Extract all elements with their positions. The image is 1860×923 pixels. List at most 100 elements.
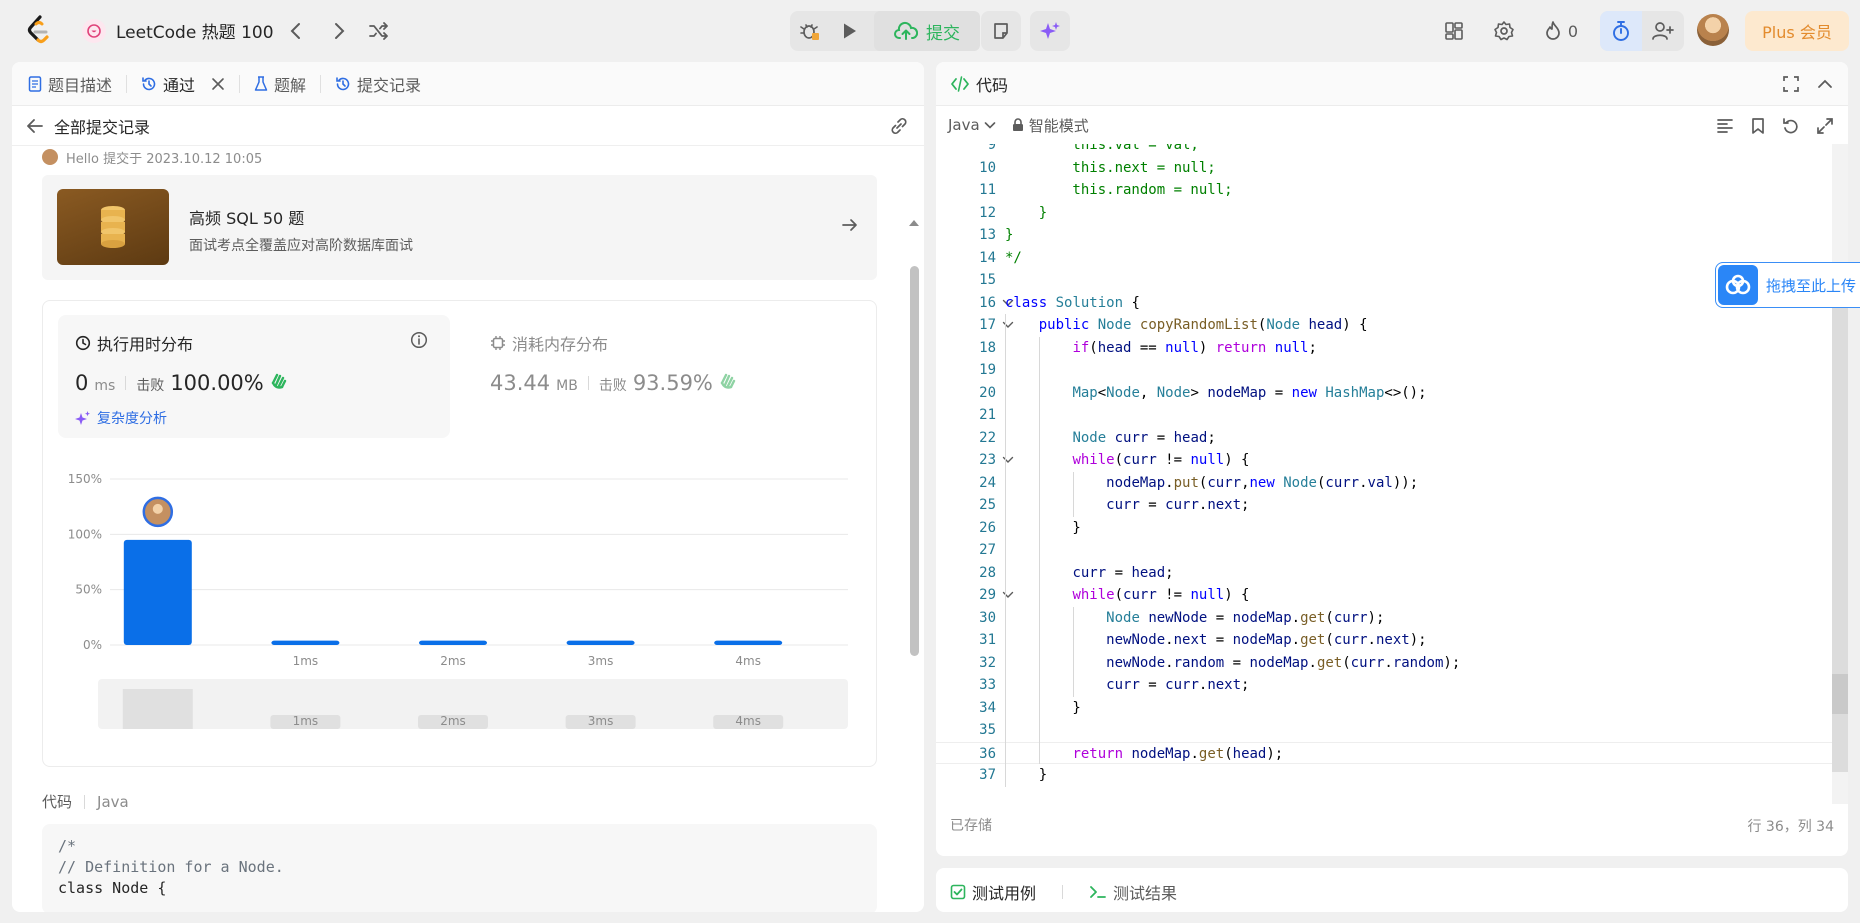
code-line[interactable]: 19 xyxy=(936,359,1848,382)
code-line[interactable]: 29 while(curr != null) { xyxy=(936,584,1848,607)
code-text: curr = head; xyxy=(1072,564,1174,581)
chevron-up-icon[interactable] xyxy=(1816,75,1834,93)
notes-button[interactable] xyxy=(981,11,1021,51)
x-tick-label: 4ms xyxy=(735,654,761,668)
user-avatar[interactable] xyxy=(1697,14,1729,46)
code-line[interactable]: 13} xyxy=(936,224,1848,247)
streak-counter[interactable]: 0 xyxy=(1539,18,1583,44)
line-number: 17 xyxy=(979,317,996,333)
memory-unit: MB xyxy=(556,378,578,394)
code-line[interactable]: 23 while(curr != null) { xyxy=(936,449,1848,472)
chart-bar[interactable] xyxy=(566,640,635,645)
code-line[interactable]: 12 } xyxy=(936,202,1848,225)
code-line[interactable]: 16 class Solution { xyxy=(936,292,1848,315)
timer-button[interactable] xyxy=(1600,11,1642,51)
debug-button[interactable] xyxy=(790,11,830,51)
maximize-icon[interactable] xyxy=(1782,75,1800,93)
code-line[interactable]: 17 public Node copyRandomList(Node head)… xyxy=(936,314,1848,337)
code-line[interactable]: 36 return nodeMap.get(head); xyxy=(936,741,1848,764)
line-number: 30 xyxy=(979,609,996,626)
reset-icon[interactable] xyxy=(1782,117,1800,135)
memory-box[interactable]: 消耗内存分布 43.44 MB 击败 93.59% xyxy=(473,315,853,438)
submission-subheader: 全部提交记录 xyxy=(12,106,924,146)
code-text: if(head == null) return null; xyxy=(1072,339,1317,356)
chart-bar[interactable] xyxy=(714,640,783,645)
code-line[interactable]: 22 Node curr = head; xyxy=(936,427,1848,450)
language-select[interactable]: Java xyxy=(948,116,996,134)
code-text: while(curr != null) { xyxy=(1072,587,1250,603)
code-line[interactable]: 15 xyxy=(936,269,1848,292)
tab-test-result[interactable]: 测试结果 xyxy=(1089,880,1177,904)
left-scrollbar[interactable] xyxy=(908,154,920,904)
invite-button[interactable] xyxy=(1642,11,1684,51)
problem-list-title[interactable]: LeetCode 热题 100 xyxy=(82,18,274,43)
testcase-label: 测试用例 xyxy=(972,884,1037,903)
submit-button[interactable]: 提交 xyxy=(874,11,980,51)
code-line[interactable]: 18 if(head == null) return null; xyxy=(936,337,1848,360)
code-line[interactable]: 34 } xyxy=(936,697,1848,720)
arrow-right-icon xyxy=(841,217,859,233)
leetcode-logo-icon[interactable] xyxy=(26,14,52,46)
code-line[interactable]: 35 xyxy=(936,719,1848,742)
code-text: } xyxy=(1005,767,1048,783)
expand-icon[interactable] xyxy=(1816,117,1834,135)
bookmark-icon[interactable] xyxy=(1750,117,1766,135)
code-line[interactable]: 26 } xyxy=(936,517,1848,540)
format-align-icon[interactable] xyxy=(1716,117,1734,135)
runtime-distribution-chart[interactable]: 150% 100% 50% 0% 1ms 2ms 3ms 4ms 1ms 2ms 3ms 4ms xyxy=(58,441,868,761)
x-tick-label: 1ms xyxy=(293,654,319,668)
code-line[interactable]: 14 */ xyxy=(936,247,1848,270)
code-text: while(curr != null) { xyxy=(1072,452,1250,468)
editor-scrollbar[interactable] xyxy=(1832,144,1848,804)
chart-bar[interactable] xyxy=(123,539,192,645)
note-icon xyxy=(994,23,1008,39)
line-number: 37 xyxy=(979,767,996,783)
line-number: 33 xyxy=(979,677,996,693)
console-panel: 测试用例 测试结果 xyxy=(936,868,1848,912)
prev-problem-button[interactable] xyxy=(283,18,309,44)
tab-description[interactable]: 题目描述 xyxy=(28,72,141,96)
settings-button[interactable] xyxy=(1491,18,1517,44)
submission-meta-row: Hello 提交于 2023.10.12 10:05 xyxy=(42,148,262,167)
tab-solutions[interactable]: 题解 xyxy=(254,72,335,96)
tab-accepted[interactable]: 通过 xyxy=(141,72,254,96)
code-line[interactable]: 20 Map<Node, Node> nodeMap = new HashMap… xyxy=(936,382,1848,405)
code-line[interactable]: 9 this.val = val; xyxy=(936,144,1848,157)
link-icon[interactable] xyxy=(888,115,910,137)
code-line[interactable]: 27 xyxy=(936,539,1848,562)
chip-icon xyxy=(491,336,505,350)
chart-bar[interactable] xyxy=(271,640,340,645)
tab-testcase[interactable]: 测试用例 xyxy=(950,880,1036,904)
code-text: curr = curr.next; xyxy=(1106,497,1250,513)
code-line[interactable]: 28 curr = head; xyxy=(936,562,1848,585)
submitted-code-box[interactable]: /* // Definition for a Node. class Node … xyxy=(42,824,877,912)
code-line[interactable]: 10 this.next = null; xyxy=(936,157,1848,180)
code-text: this.val = val; xyxy=(1005,144,1199,153)
runtime-box[interactable]: 执行用时分布 0 ms 击败 100.00% 复杂度分析 xyxy=(58,315,450,438)
chart-bar[interactable] xyxy=(419,640,487,645)
info-icon[interactable] xyxy=(410,331,428,349)
sql50-promo-card[interactable]: 高频 SQL 50 题 面试考点全覆盖应对高阶数据库面试 xyxy=(42,175,877,280)
scroll-thumb[interactable] xyxy=(910,266,919,656)
cloud-upload-icon xyxy=(894,21,918,40)
line-number: 12 xyxy=(979,204,996,221)
runtime-beats-label: 击败 xyxy=(136,378,165,394)
layout-button[interactable] xyxy=(1441,18,1467,44)
drag-upload-widget[interactable]: 拖拽至此上传 xyxy=(1715,262,1860,308)
code-line[interactable]: 21 xyxy=(936,404,1848,427)
all-submissions-link[interactable]: 全部提交记录 xyxy=(54,114,150,138)
code-line[interactable]: 11 this.random = null; xyxy=(936,179,1848,202)
code-line[interactable]: 37 } xyxy=(936,764,1848,787)
run-button[interactable] xyxy=(830,11,870,51)
random-problem-button[interactable] xyxy=(366,18,392,44)
plus-membership-button[interactable]: Plus 会员 xyxy=(1745,11,1849,51)
complexity-analysis-link[interactable]: 复杂度分析 xyxy=(75,408,167,428)
code-text: this.random = null; xyxy=(1005,182,1233,198)
tab-submissions[interactable]: 提交记录 xyxy=(335,72,435,96)
smart-mode-toggle[interactable]: 智能模式 xyxy=(1012,115,1089,136)
editor-scroll-thumb[interactable] xyxy=(1832,674,1848,714)
back-arrow-icon[interactable] xyxy=(26,118,44,134)
ai-assist-button[interactable] xyxy=(1030,11,1070,51)
next-problem-button[interactable] xyxy=(326,18,352,44)
code-editor[interactable]: 9 this.val = val; 10 this.next = null; 11 … xyxy=(936,144,1848,804)
